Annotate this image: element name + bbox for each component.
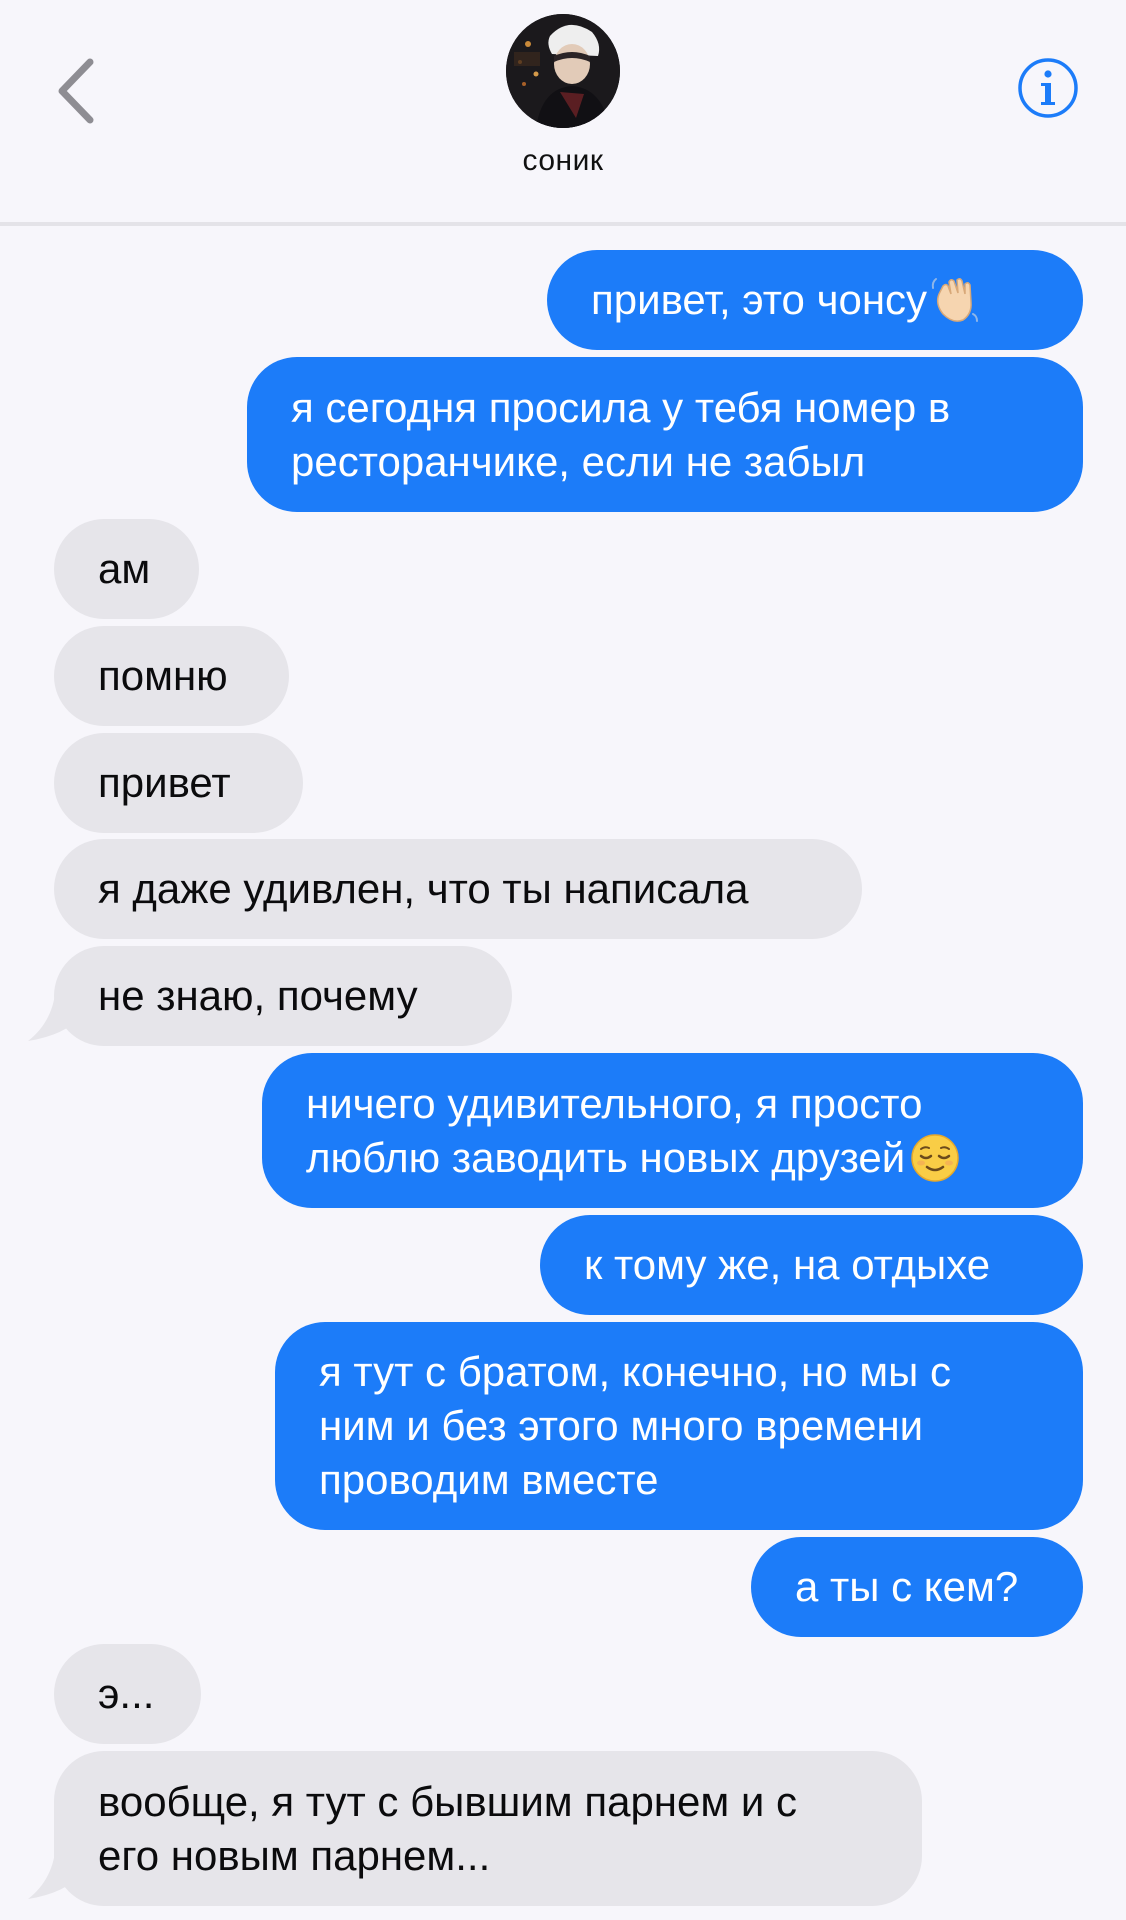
message-bubble-received[interactable]: э... <box>54 1644 201 1744</box>
message-text-line: проводим вместе <box>319 1456 659 1503</box>
message-bubble-sent[interactable]: привет, это чонсу <box>547 250 1083 350</box>
avatar-photo <box>506 14 620 128</box>
message-bubble-sent[interactable]: а ты с кем? <box>751 1537 1083 1637</box>
message-text-line: ним и без этого много времени <box>319 1402 924 1449</box>
message-line-with-emoji: люблю заводить новых друзей <box>306 1131 961 1185</box>
message-text-line: я тут с братом, конечно, но мы с <box>319 1348 951 1395</box>
message-text: ам <box>98 545 151 592</box>
message-text: я даже удивлен, что ты написала <box>98 865 749 912</box>
message-text-line: ничего удивительного, я просто <box>306 1079 923 1127</box>
message-bubble-sent[interactable]: ничего удивительного, я просто люблю зав… <box>262 1053 1083 1208</box>
message-text: не знаю, почему <box>98 972 418 1019</box>
message-bubble-sent[interactable]: к тому же, на отдыхе <box>540 1215 1083 1315</box>
chevron-left-icon <box>58 58 94 124</box>
message-bubble-received[interactable]: ам <box>54 519 199 619</box>
message-bubble-received[interactable]: помню <box>54 626 289 726</box>
message-bubble-sent[interactable]: я сегодня просила у тебя номер в рестора… <box>247 357 1083 512</box>
message-bubble-received[interactable]: не знаю, почему <box>54 946 512 1046</box>
message-bubble-received[interactable]: привет <box>54 733 303 833</box>
message-text-line: вообще, я тут с бывшим парнем и с <box>98 1777 798 1825</box>
info-icon <box>1018 58 1078 118</box>
message-text-line: люблю заводить новых друзей <box>306 1133 906 1181</box>
message-text-line: я сегодня просила у тебя номер в <box>291 383 951 431</box>
message-bubble-received[interactable]: я даже удивлен, что ты написала <box>54 839 862 939</box>
message-text: помню <box>98 652 228 699</box>
info-button[interactable] <box>1016 56 1080 120</box>
message-text-line: его новым парнем... <box>98 1831 491 1879</box>
waving-hand-emoji <box>931 277 979 322</box>
conversation-header: соник <box>0 0 1126 224</box>
message-text: а ты с кем? <box>795 1563 1019 1610</box>
message-bubble-sent[interactable]: я тут с братом, конечно, но мы с ним и б… <box>275 1322 1083 1530</box>
message-text: к тому же, на отдыхе <box>584 1241 991 1288</box>
relieved-face-emoji <box>911 1133 959 1182</box>
message-text: привет, это чонсу <box>591 276 928 323</box>
contact-avatar[interactable] <box>506 14 620 128</box>
message-text: привет <box>98 759 231 806</box>
contact-name[interactable]: соник <box>413 144 713 178</box>
message-bubble-received[interactable]: вообще, я тут с бывшим парнем и с его но… <box>54 1751 922 1906</box>
header-divider <box>0 222 1126 226</box>
message-text-line: ресторанчике, если не забыл <box>291 437 866 485</box>
message-text: э... <box>98 1670 155 1717</box>
back-button[interactable] <box>48 54 104 128</box>
